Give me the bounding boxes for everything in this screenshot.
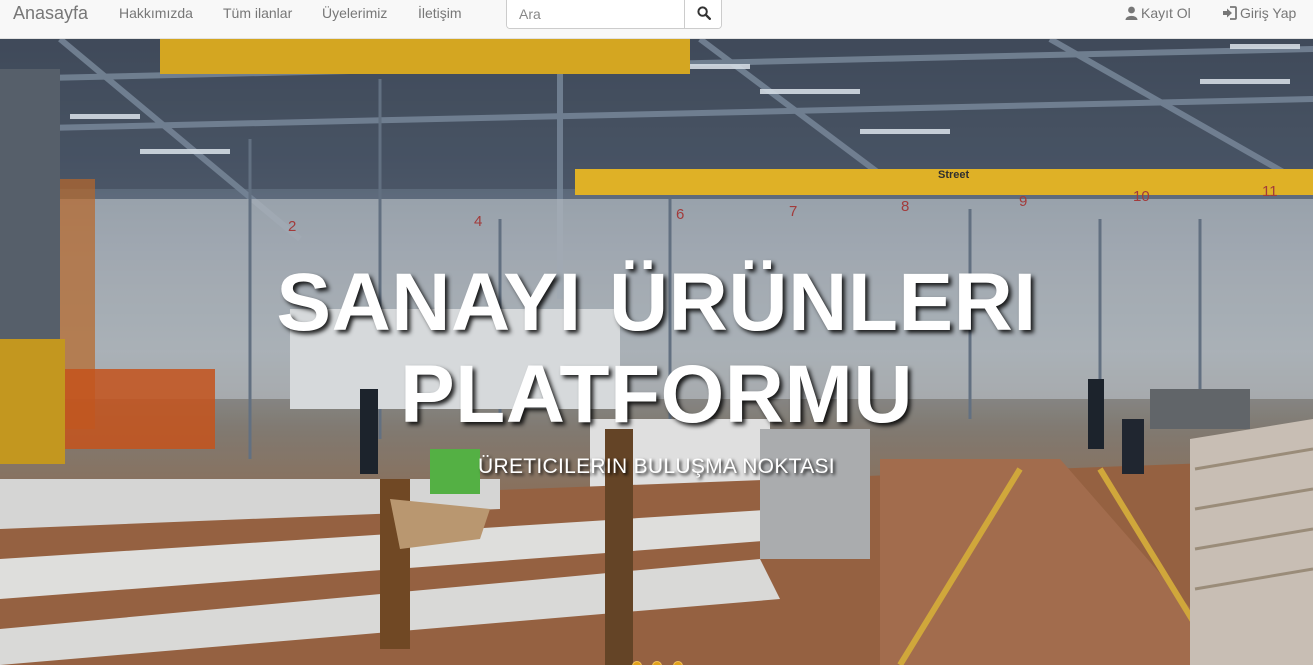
carousel-indicators (632, 658, 689, 665)
sign-in-icon (1223, 6, 1237, 20)
nav-link-all-listings[interactable]: Tüm ilanlar (223, 5, 292, 21)
login-link[interactable]: Giriş Yap (1222, 5, 1296, 21)
nav-link-about[interactable]: Hakkımızda (119, 5, 193, 21)
carousel-indicator-3[interactable] (672, 661, 683, 665)
top-navbar: Anasayfa Hakkımızda Tüm ilanlar Üyelerim… (0, 0, 1313, 39)
user-icon (1125, 6, 1138, 20)
register-link[interactable]: Kayıt Ol (1125, 5, 1191, 21)
hero-title: SANAYI ÜRÜNLERI PLATFORMU (276, 257, 1037, 440)
brand-home-link[interactable]: Anasayfa (13, 3, 88, 23)
search-button[interactable] (684, 0, 721, 28)
nav-link-contact[interactable]: İletişim (418, 5, 462, 21)
carousel-indicator-1[interactable] (632, 661, 642, 665)
register-label: Kayıt Ol (1141, 5, 1191, 21)
login-label: Giriş Yap (1240, 5, 1297, 21)
search-input[interactable] (507, 0, 684, 28)
search-icon (696, 5, 711, 20)
nav-link-members[interactable]: Üyelerimiz (322, 5, 387, 21)
hero-carousel: Street 2 4 6 7 8 9 10 11 SANAYI ÜRÜNLERI… (0, 39, 1313, 665)
search-form (506, 0, 722, 29)
hero-subtitle: ÜRETICILERIN BULUŞMA NOKTASI (478, 455, 835, 478)
carousel-indicator-2[interactable] (652, 661, 663, 665)
